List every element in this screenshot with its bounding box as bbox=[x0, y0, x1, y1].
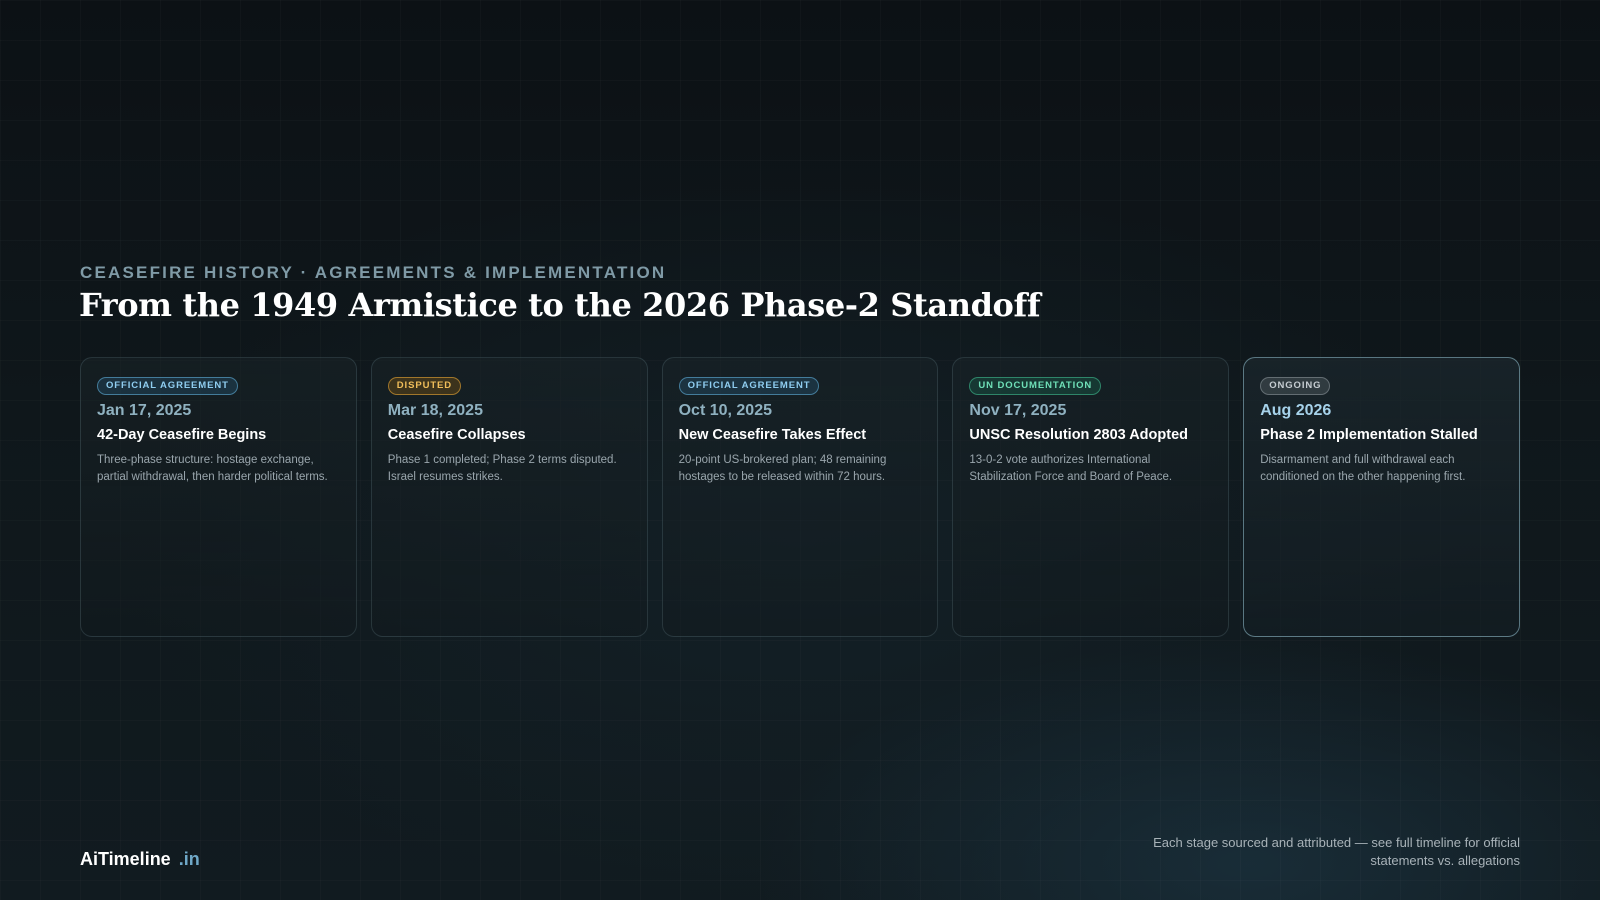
card-title: New Ceasefire Takes Effect bbox=[678, 427, 867, 443]
card-date: Mar 18, 2025 bbox=[387, 402, 483, 419]
card-description: 20-point US-brokered plan; 48 remaining … bbox=[678, 454, 887, 483]
card-description: Disarmament and full withdrawal each con… bbox=[1260, 454, 1466, 483]
brand-name: AiTimeline bbox=[80, 849, 171, 869]
timeline-card-mar-2025[interactable]: DISPUTED Mar 18, 2025 Ceasefire Collapse… bbox=[370, 357, 648, 637]
card-date: Nov 17, 2025 bbox=[969, 402, 1067, 419]
brand-tld: .in bbox=[178, 849, 200, 869]
card-date: Oct 10, 2025 bbox=[678, 402, 772, 419]
card-description: 13-0-2 vote authorizes International Sta… bbox=[969, 454, 1173, 483]
card-description: Phase 1 completed; Phase 2 terms dispute… bbox=[387, 454, 617, 483]
card-title: Phase 2 Implementation Stalled bbox=[1260, 427, 1478, 443]
card-description: Three-phase structure: hostage exchange,… bbox=[97, 454, 328, 483]
status-badge-official-agreement: OFFICIAL AGREEMENT bbox=[678, 377, 820, 395]
timeline-card-oct-2025[interactable]: OFFICIAL AGREEMENT Oct 10, 2025 New Ceas… bbox=[661, 357, 939, 637]
card-date: Aug 2026 bbox=[1260, 402, 1332, 419]
timeline-card-nov-2025[interactable]: UN DOCUMENTATION Nov 17, 2025 UNSC Resol… bbox=[952, 357, 1230, 637]
timeline-card-jan-2025[interactable]: OFFICIAL AGREEMENT Jan 17, 2025 42-Day C… bbox=[80, 357, 357, 637]
source-footnote: Each stage sourced and attributed — see … bbox=[1153, 835, 1520, 868]
card-date: Jan 17, 2025 bbox=[97, 402, 192, 419]
status-badge-official-agreement: OFFICIAL AGREEMENT bbox=[97, 377, 238, 395]
section-eyebrow: CEASEFIRE HISTORY · AGREEMENTS & IMPLEME… bbox=[80, 263, 667, 282]
card-title: 42-Day Ceasefire Begins bbox=[97, 427, 267, 443]
status-badge-disputed: DISPUTED bbox=[387, 377, 462, 395]
card-title: Ceasefire Collapses bbox=[387, 427, 526, 443]
timeline-card-aug-2026[interactable]: ONGOING Aug 2026 Phase 2 Implementation … bbox=[1243, 357, 1520, 637]
card-title: UNSC Resolution 2803 Adopted bbox=[969, 427, 1188, 443]
page-title: From the 1949 Armistice to the 2026 Phas… bbox=[79, 286, 1041, 324]
brand-logo[interactable]: AiTimeline .in bbox=[80, 849, 200, 870]
status-badge-un-documentation: UN DOCUMENTATION bbox=[969, 377, 1102, 395]
status-badge-ongoing: ONGOING bbox=[1260, 377, 1331, 395]
timeline-cards: OFFICIAL AGREEMENT Jan 17, 2025 42-Day C… bbox=[80, 357, 1520, 637]
